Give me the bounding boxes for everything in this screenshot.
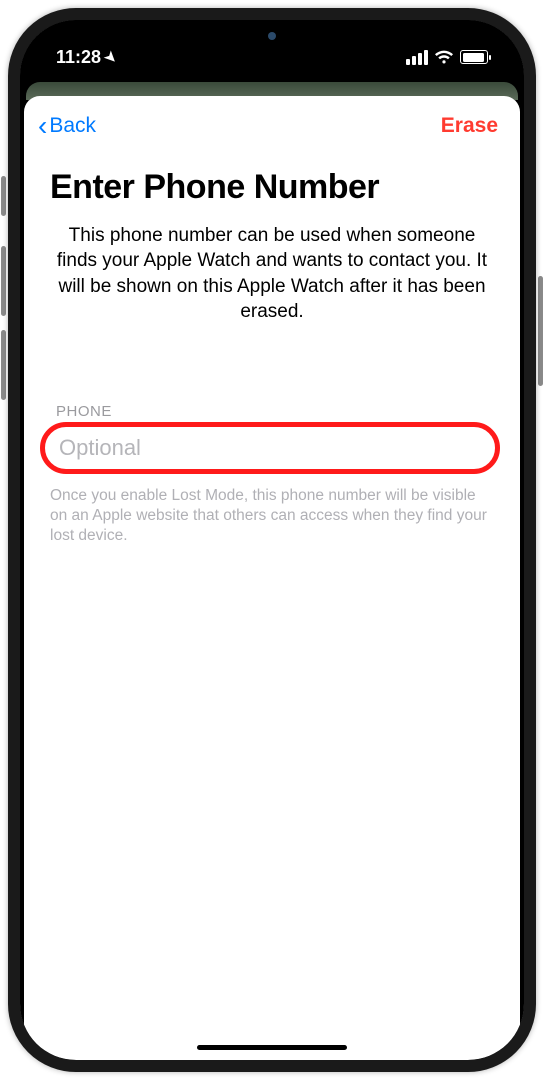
- volume-down-button[interactable]: [1, 330, 6, 400]
- content: Enter Phone Number This phone number can…: [24, 146, 520, 546]
- page-title: Enter Phone Number: [50, 168, 494, 207]
- erase-label: Erase: [441, 114, 498, 137]
- status-time: 11:28: [56, 47, 101, 68]
- page-description: This phone number can be used when someo…: [50, 223, 494, 325]
- nav-bar: ‹ Back Erase: [24, 96, 520, 146]
- phone-input[interactable]: [59, 435, 481, 461]
- phone-screen: 11:28 ➤ ‹ Back: [20, 20, 524, 1060]
- location-icon: ➤: [101, 47, 121, 67]
- phone-field-hint: Once you enable Lost Mode, this phone nu…: [50, 486, 494, 546]
- front-camera-icon: [268, 32, 276, 40]
- notch: [167, 20, 377, 54]
- wifi-icon: [434, 50, 454, 65]
- phone-frame: 11:28 ➤ ‹ Back: [8, 8, 536, 1072]
- cellular-signal-icon: [406, 50, 428, 65]
- silent-switch[interactable]: [1, 176, 6, 216]
- erase-button[interactable]: Erase: [441, 114, 498, 138]
- back-label: Back: [49, 114, 96, 138]
- phone-field-label: PHONE: [56, 403, 494, 420]
- modal-sheet: ‹ Back Erase Enter Phone Number This pho…: [24, 96, 520, 1060]
- back-button[interactable]: ‹ Back: [38, 114, 96, 138]
- status-right: [406, 50, 488, 65]
- battery-icon: [460, 50, 488, 64]
- phone-field-block: PHONE Once you enable Lost Mode, this ph…: [50, 403, 494, 546]
- power-button[interactable]: [538, 276, 543, 386]
- volume-up-button[interactable]: [1, 246, 6, 316]
- status-left: 11:28 ➤: [56, 47, 117, 68]
- home-indicator[interactable]: [197, 1045, 347, 1050]
- phone-input-highlight: [40, 422, 500, 474]
